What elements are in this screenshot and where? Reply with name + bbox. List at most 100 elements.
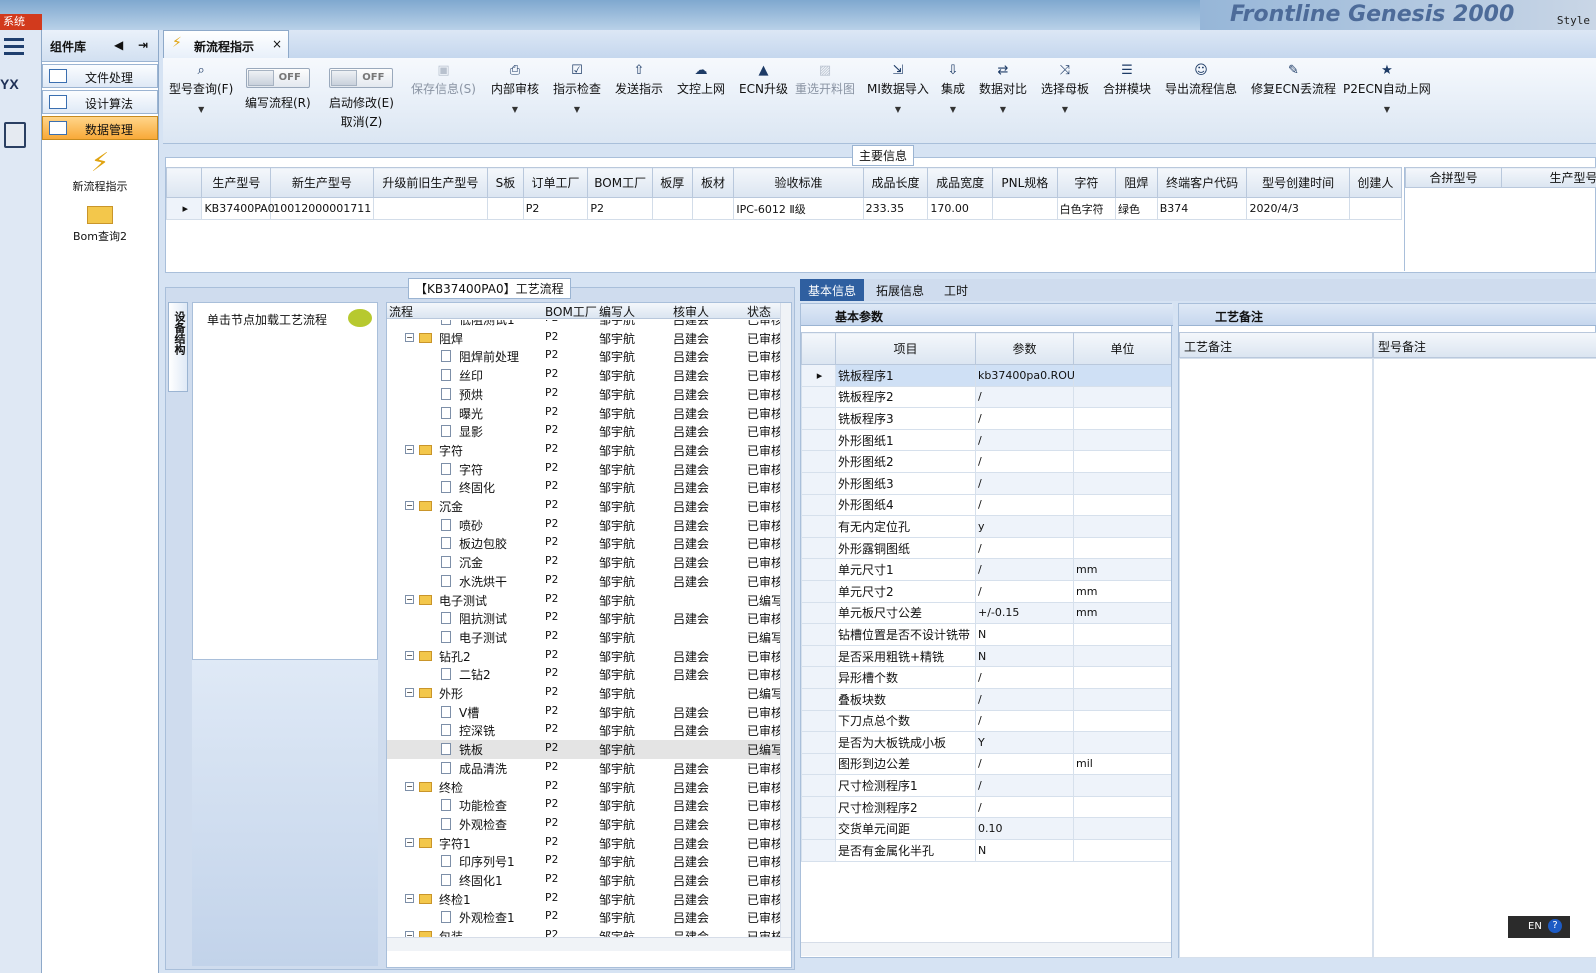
param-value[interactable]: N — [975, 644, 1074, 668]
chevron-down-icon[interactable]: ▼ — [491, 105, 539, 114]
tree-node[interactable]: 外观检查1 P2 邹宇航 吕建会 已审核 — [387, 908, 783, 927]
row-selector[interactable]: ▸ — [801, 364, 836, 387]
flow-tree-vscroll[interactable] — [780, 303, 791, 937]
column-header[interactable]: BOM工厂 — [587, 167, 653, 198]
column-header[interactable]: 订单工厂 — [522, 167, 589, 198]
tree-node[interactable]: 低阻测试1 P2 邹宇航 吕建会 已审核 — [387, 320, 783, 329]
column-header[interactable]: 编写人 — [599, 303, 635, 320]
process-remark-field[interactable] — [1179, 358, 1373, 958]
nav-item-design[interactable]: 设计算法 — [42, 90, 158, 114]
column-header[interactable]: 合拼型号 — [1405, 167, 1502, 188]
param-row[interactable]: 单元尺寸1/mm — [801, 558, 1171, 581]
send-instruction-button[interactable]: ⇧ 发送指示 — [615, 62, 663, 97]
column-header[interactable]: BOM工厂 — [545, 303, 597, 320]
tree-node[interactable]: 显影 P2 邹宇航 吕建会 已审核 — [387, 422, 783, 441]
table-cell[interactable] — [691, 197, 735, 220]
table-cell[interactable]: KB37400PA0 — [201, 197, 275, 220]
table-cell[interactable] — [991, 197, 1058, 220]
expand-collapse-icon[interactable]: − — [405, 594, 414, 604]
tree-node[interactable]: 功能检查 P2 邹宇航 吕建会 已审核 — [387, 796, 783, 815]
column-header[interactable]: 验收标准 — [733, 167, 864, 198]
chevron-down-icon[interactable]: ▼ — [941, 105, 965, 114]
launcher-new-flow[interactable]: ⚡ 新流程指示 — [42, 148, 158, 194]
param-row[interactable]: 异形槽个数 / — [801, 666, 1171, 689]
param-row[interactable]: 单元尺寸2/mm — [801, 579, 1171, 603]
param-value[interactable]: / — [975, 471, 1074, 495]
tree-node[interactable]: 二钻2 P2 邹宇航 吕建会 已审核 — [387, 665, 783, 684]
style-label[interactable]: Style — [1557, 14, 1590, 27]
chevron-down-icon[interactable]: ▼ — [1041, 105, 1089, 114]
column-header[interactable]: 阻焊 — [1115, 167, 1158, 198]
column-header[interactable]: 状态 — [747, 303, 771, 320]
model-remark-field[interactable] — [1373, 358, 1596, 958]
column-header[interactable]: 升级前旧生产型号 — [372, 167, 489, 198]
pin-icon[interactable]: ⇥ — [138, 38, 148, 52]
param-row[interactable]: 交货单元间距 0.10 — [801, 817, 1171, 841]
tree-node[interactable]: 阻焊前处理 P2 邹宇航 吕建会 已审核 — [387, 347, 783, 366]
tree-node[interactable]: V槽 P2 邹宇航 吕建会 已审核 — [387, 703, 783, 722]
menu-icon[interactable] — [4, 38, 24, 55]
table-cell[interactable] — [487, 197, 524, 220]
expand-collapse-icon[interactable]: − — [405, 781, 414, 791]
tab-work-hours[interactable]: 工时 — [936, 279, 976, 301]
param-value[interactable]: +/-0.15 — [975, 601, 1074, 625]
param-value[interactable]: / — [975, 795, 1074, 819]
expand-collapse-icon[interactable]: − — [405, 650, 414, 660]
column-header[interactable]: 生产型号 — [201, 167, 272, 198]
repair-ecn-button[interactable]: ✎ 修复ECN丢流程 — [1251, 62, 1336, 97]
column-header[interactable]: 项目 — [835, 332, 976, 365]
chevron-down-icon[interactable]: ▼ — [979, 105, 1027, 114]
param-value[interactable]: / — [975, 536, 1074, 560]
table-cell[interactable]: 2020/4/3 — [1246, 197, 1350, 220]
table-cell[interactable] — [1348, 197, 1402, 220]
tree-node[interactable]: − 终检1 P2 邹宇航 吕建会 已审核 — [387, 890, 783, 909]
row-selector[interactable] — [801, 579, 836, 603]
table-cell[interactable]: 233.35 — [862, 197, 929, 220]
param-row[interactable]: 铣板程序3/ — [801, 407, 1171, 430]
row-selector[interactable] — [801, 515, 836, 538]
calculator-icon[interactable] — [4, 122, 26, 148]
help-icon[interactable]: ? — [1548, 919, 1562, 933]
chevron-down-icon[interactable]: ▼ — [1343, 105, 1431, 114]
param-row[interactable]: 外形图纸3/ — [801, 471, 1171, 495]
column-header[interactable]: S板 — [487, 167, 524, 198]
ime-indicator[interactable]: EN ? — [1508, 916, 1570, 938]
param-row[interactable]: 铣板程序2/ — [801, 385, 1171, 409]
column-header[interactable]: 新生产型号 — [270, 167, 374, 198]
param-row[interactable]: 尺寸检测程序2/ — [801, 795, 1171, 819]
column-header[interactable]: 型号创建时间 — [1246, 167, 1350, 198]
chevron-down-icon[interactable]: ▼ — [169, 105, 233, 114]
table-cell[interactable] — [652, 197, 693, 220]
query-button[interactable]: ⌕ 型号查询(F) ▼ — [169, 62, 233, 114]
tree-node[interactable]: 曝光 P2 邹宇航 吕建会 已审核 — [387, 404, 783, 423]
flow-tree-hscroll[interactable] — [387, 937, 791, 951]
tree-node[interactable]: − 终检 P2 邹宇航 吕建会 已审核 — [387, 778, 783, 797]
param-row[interactable]: 外形图纸2/ — [801, 450, 1171, 473]
row-selector[interactable] — [801, 687, 836, 711]
system-badge[interactable]: 系统 — [0, 14, 42, 30]
start-edit-toggle[interactable]: OFF 启动修改(E) 取消(Z) — [329, 68, 394, 130]
param-row[interactable]: 单元板尺寸公差 +/-0.15 mm — [801, 601, 1171, 625]
tree-node[interactable]: 板边包胶 P2 邹宇航 吕建会 已审核 — [387, 534, 783, 553]
row-selector[interactable]: ▸ — [166, 197, 203, 220]
tree-node[interactable]: 控深铣 P2 邹宇航 吕建会 已审核 — [387, 721, 783, 740]
column-header[interactable]: 终端客户代码 — [1156, 167, 1248, 198]
table-cell[interactable]: 170.00 — [927, 197, 993, 220]
side-tab-equipment[interactable]: 设备结构 — [168, 302, 188, 392]
tree-node[interactable]: 终固化 P2 邹宇航 吕建会 已审核 — [387, 478, 783, 497]
ecn-upgrade-button[interactable]: ▲ ECN升级 — [739, 62, 788, 97]
param-row[interactable]: 外形图纸4/ — [801, 493, 1171, 517]
export-flow-button[interactable]: ☺ 导出流程信息 — [1165, 62, 1237, 97]
expand-collapse-icon[interactable]: − — [405, 501, 414, 510]
row-selector[interactable] — [801, 493, 836, 517]
table-cell[interactable]: 白色字符 — [1056, 197, 1117, 220]
expand-collapse-icon[interactable]: − — [405, 837, 414, 847]
merge-module-button[interactable]: ☰ 合拼模块 — [1103, 62, 1151, 97]
mi-import-button[interactable]: ⇲ MI数据导入 ▼ — [867, 62, 929, 114]
row-selector[interactable] — [801, 536, 836, 560]
param-value[interactable]: / — [975, 687, 1074, 711]
param-row[interactable]: 叠板块数 / — [801, 687, 1171, 711]
write-flow-toggle[interactable]: OFF 编写流程(R) — [245, 68, 311, 111]
param-row[interactable]: 外形图纸1/ — [801, 428, 1171, 452]
expand-collapse-icon[interactable]: − — [405, 688, 414, 697]
